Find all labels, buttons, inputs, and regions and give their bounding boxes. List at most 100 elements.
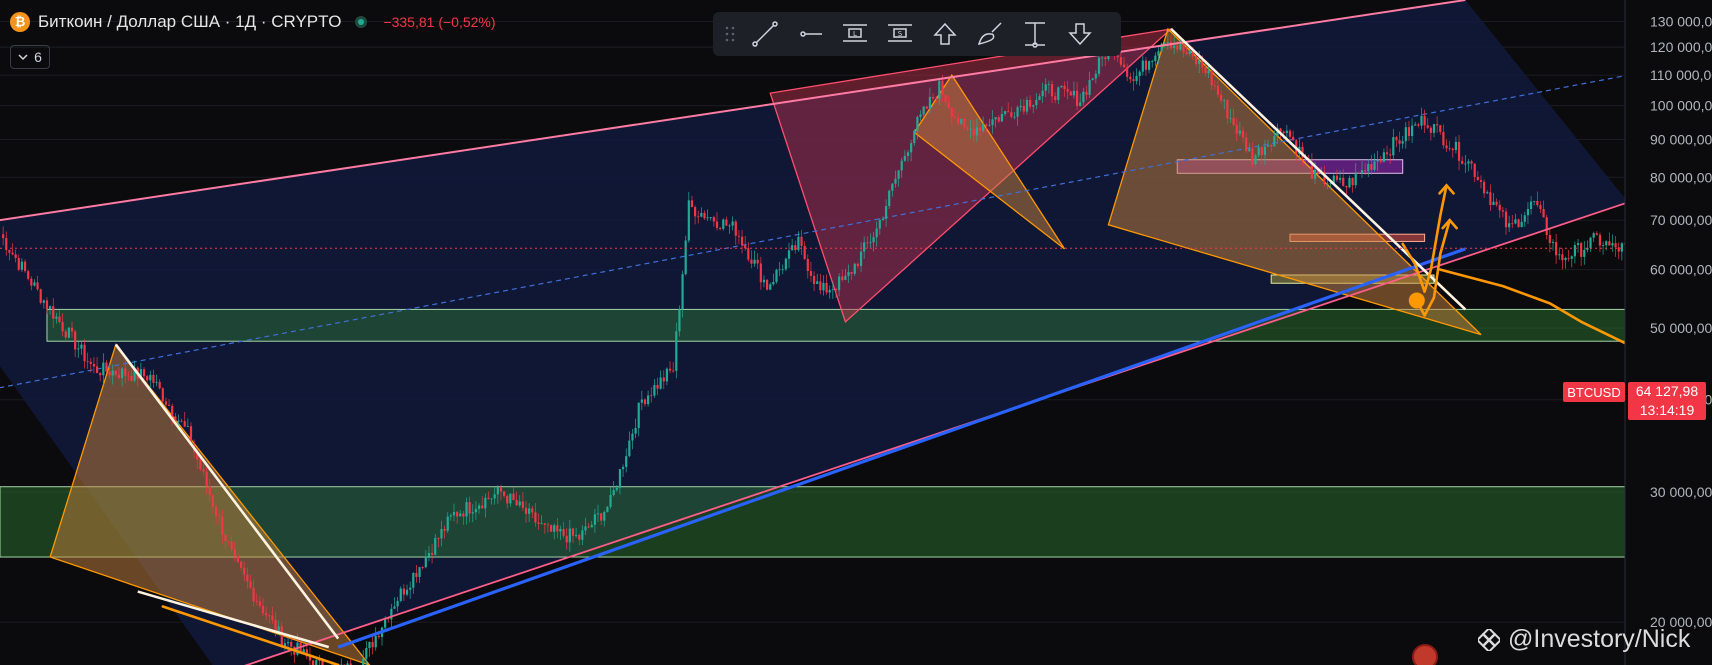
us-flag-icon[interactable] bbox=[1412, 644, 1438, 665]
candle-body bbox=[628, 440, 631, 457]
candle-body bbox=[1461, 160, 1464, 164]
symbol-title[interactable]: Биткоин / Доллар США · 1Д · CRYPTO bbox=[38, 12, 341, 32]
candle-body bbox=[640, 399, 643, 403]
candle-body bbox=[1266, 145, 1270, 147]
candle-body bbox=[1592, 233, 1595, 238]
candle-body bbox=[812, 275, 816, 284]
long-position-icon[interactable]: L bbox=[834, 16, 876, 52]
candle-body bbox=[1614, 243, 1617, 248]
candle-body bbox=[1379, 159, 1382, 162]
candle-body bbox=[167, 404, 171, 406]
short-position-icon[interactable]: S bbox=[879, 16, 921, 52]
candle-body bbox=[471, 512, 474, 514]
price-change: −335,81 (−0,52%) bbox=[383, 14, 496, 30]
candle-body bbox=[111, 370, 114, 376]
candle-body bbox=[675, 331, 678, 371]
candle-body bbox=[1360, 170, 1364, 174]
candle-body bbox=[647, 395, 650, 405]
candle-body bbox=[1151, 61, 1154, 62]
candle-body bbox=[268, 615, 271, 617]
candle-body bbox=[750, 259, 753, 264]
candle-body bbox=[1025, 99, 1029, 112]
candle-body bbox=[1176, 45, 1179, 50]
candle-body bbox=[1595, 233, 1598, 235]
candle-body bbox=[177, 420, 180, 422]
candle-body bbox=[415, 573, 418, 577]
candle-body bbox=[1483, 181, 1486, 194]
candle-body bbox=[941, 80, 944, 96]
candle-body bbox=[490, 498, 493, 500]
candle-body bbox=[1520, 221, 1523, 228]
candle-body bbox=[227, 541, 230, 543]
candle-body bbox=[744, 245, 747, 249]
candle-body bbox=[239, 561, 243, 568]
candle-body bbox=[925, 106, 928, 109]
candle-body bbox=[982, 124, 985, 131]
candle-body bbox=[1617, 247, 1620, 252]
candle-body bbox=[922, 106, 925, 115]
horizontal-line-icon[interactable] bbox=[789, 16, 831, 52]
candle-body bbox=[891, 183, 894, 191]
candle-body bbox=[1248, 148, 1251, 152]
candle-body bbox=[928, 96, 932, 109]
candle-body bbox=[252, 587, 255, 602]
arrow-down-icon[interactable] bbox=[1059, 16, 1101, 52]
candle-body bbox=[1370, 164, 1373, 170]
candle-body bbox=[1157, 51, 1160, 56]
candle-body bbox=[603, 512, 606, 521]
candle-body bbox=[581, 530, 584, 540]
market-status-icon[interactable] bbox=[355, 16, 368, 28]
price-chart[interactable]: 130 000,00 120 000,00 110 000,00 100 000,00… bbox=[0, 0, 1712, 665]
measure-icon[interactable] bbox=[1014, 16, 1056, 52]
candle-body bbox=[280, 626, 283, 647]
candle-body bbox=[963, 119, 966, 128]
candle-body bbox=[2, 234, 5, 239]
candle-body bbox=[712, 217, 715, 222]
candle-body bbox=[1047, 84, 1050, 85]
candle-body bbox=[430, 552, 434, 555]
candle-body bbox=[822, 282, 825, 291]
candle-body bbox=[412, 573, 415, 588]
current-price-value: 64 127,98 bbox=[1635, 383, 1699, 399]
trend-line-icon[interactable] bbox=[744, 16, 786, 52]
candle-body bbox=[61, 322, 64, 332]
arrow-up-icon[interactable] bbox=[924, 16, 966, 52]
candle-body bbox=[1144, 60, 1148, 70]
candle-body bbox=[1545, 217, 1548, 236]
candle-body bbox=[45, 300, 49, 309]
candle-body bbox=[975, 127, 978, 136]
candle-body bbox=[1207, 70, 1210, 74]
candle-body bbox=[1601, 245, 1605, 246]
candle-body bbox=[20, 261, 24, 270]
candle-body bbox=[1404, 127, 1407, 142]
brush-icon[interactable] bbox=[969, 16, 1011, 52]
candle-body bbox=[853, 263, 856, 274]
candle-body bbox=[521, 501, 524, 508]
candle-body bbox=[1163, 42, 1166, 44]
candle-body bbox=[1533, 200, 1536, 202]
candle-body bbox=[1292, 136, 1295, 141]
candle-body bbox=[978, 127, 982, 131]
candle-body bbox=[1085, 91, 1088, 95]
candle-body bbox=[1558, 254, 1561, 256]
candle-body bbox=[656, 384, 659, 389]
candle-body bbox=[437, 538, 440, 539]
candle-body bbox=[1583, 249, 1586, 257]
indicators-toggle-button[interactable]: 6 bbox=[10, 45, 50, 69]
candle-body bbox=[1605, 241, 1608, 246]
candle-body bbox=[1523, 215, 1526, 222]
candle-body bbox=[11, 252, 14, 255]
candle-body bbox=[1063, 85, 1066, 90]
candle-body bbox=[1407, 127, 1411, 136]
candle-body bbox=[1204, 67, 1207, 74]
orange-target-dot bbox=[1408, 292, 1425, 309]
candle-body bbox=[509, 493, 512, 504]
candle-body bbox=[1013, 116, 1016, 118]
candle-body bbox=[625, 456, 628, 467]
candle-body bbox=[1220, 94, 1223, 101]
drag-handle-icon[interactable] bbox=[719, 16, 741, 52]
candle-body bbox=[1576, 243, 1580, 246]
chart-stage[interactable]: 130 000,00 120 000,00 110 000,00 100 000,00… bbox=[0, 0, 1712, 665]
candle-body bbox=[596, 513, 600, 515]
candle-body bbox=[1019, 105, 1022, 108]
